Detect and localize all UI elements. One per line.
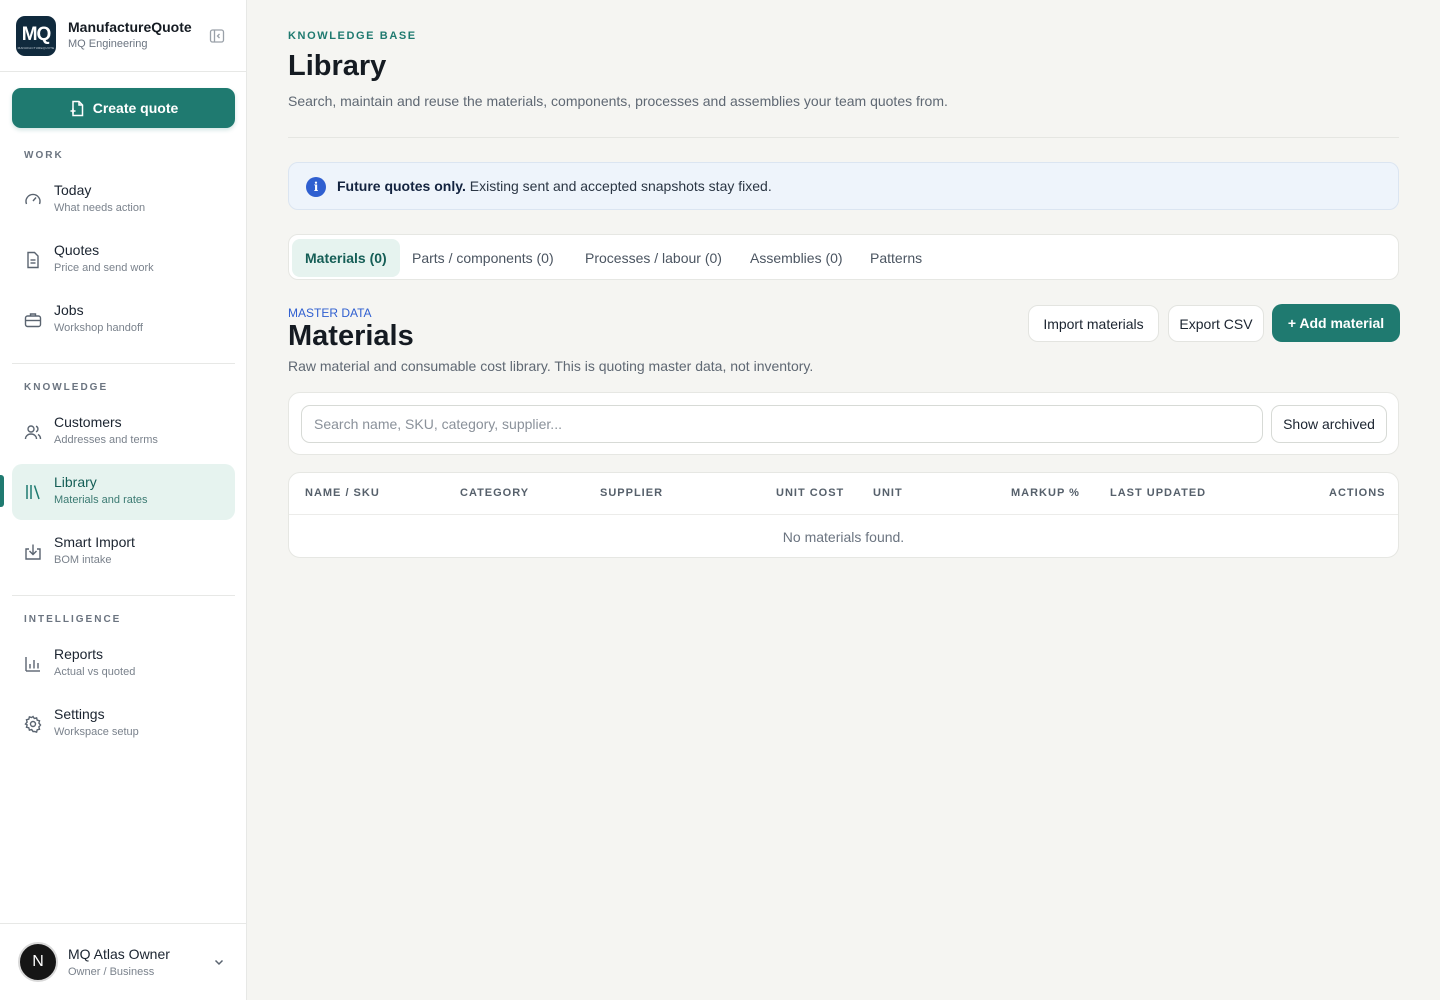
sidebar-item-sublabel: Price and send work	[54, 262, 154, 274]
export-csv-button[interactable]: Export CSV	[1168, 305, 1264, 342]
chevron-down-icon	[214, 959, 224, 966]
sidebar-item-today[interactable]: Today What needs action	[12, 172, 235, 228]
gear-icon	[24, 715, 42, 733]
import-icon	[25, 544, 41, 560]
tab-assemblies[interactable]: Assemblies (0)	[737, 239, 856, 277]
section-eyebrow: MASTER DATA	[288, 306, 372, 320]
column-header-name-sku[interactable]: NAME / SKU	[305, 487, 380, 499]
sidebar-item-library[interactable]: Library Materials and rates	[12, 464, 235, 520]
column-header-last-updated[interactable]: LAST UPDATED	[1110, 487, 1206, 499]
show-archived-button[interactable]: Show archived	[1271, 405, 1387, 443]
section-title: Materials	[288, 320, 414, 352]
sidebar-item-sublabel: Addresses and terms	[54, 434, 158, 446]
sidebar-item-label: Library	[54, 474, 97, 490]
bar-chart-icon	[25, 657, 40, 672]
sidebar-item-smart-import[interactable]: Smart Import BOM intake	[12, 524, 235, 580]
column-header-supplier[interactable]: SUPPLIER	[600, 487, 663, 499]
info-banner-text: Future quotes only. Existing sent and ac…	[337, 178, 772, 194]
sidebar-divider	[0, 71, 247, 72]
new-document-icon	[70, 100, 83, 116]
tab-materials[interactable]: Materials (0)	[292, 239, 400, 277]
sidebar-item-quotes[interactable]: Quotes Price and send work	[12, 232, 235, 288]
active-indicator	[0, 475, 4, 507]
sidebar-item-label: Smart Import	[54, 534, 135, 550]
avatar: N	[18, 942, 58, 982]
sidebar-divider	[12, 595, 235, 596]
table-empty-message: No materials found.	[782, 529, 905, 545]
page-title: Library	[288, 50, 387, 82]
info-banner-strong: Future quotes only.	[337, 178, 466, 194]
sidebar-item-jobs[interactable]: Jobs Workshop handoff	[12, 292, 235, 348]
sidebar-item-customers[interactable]: Customers Addresses and terms	[12, 404, 235, 460]
page-subtitle: Search, maintain and reuse the materials…	[288, 93, 948, 109]
brand: MQ MANUFACTUREQUOTE ManufactureQuote MQ …	[16, 16, 231, 58]
search-input[interactable]	[301, 405, 1263, 443]
library-tabs: Materials (0) Parts / components (0) Pro…	[288, 234, 1399, 280]
tab-parts-components[interactable]: Parts / components (0)	[399, 239, 567, 277]
info-icon: i	[306, 177, 326, 197]
sidebar-divider	[12, 363, 235, 364]
sidebar-item-sublabel: Workspace setup	[54, 726, 139, 738]
brand-logo-text: MQ	[21, 23, 52, 45]
page-eyebrow: KNOWLEDGE BASE	[288, 30, 417, 42]
sidebar-item-settings[interactable]: Settings Workspace setup	[12, 696, 235, 752]
column-header-unit[interactable]: UNIT	[873, 487, 903, 499]
sidebar-item-sublabel: Materials and rates	[54, 494, 148, 506]
info-banner-body: Existing sent and accepted snapshots sta…	[465, 178, 772, 194]
sidebar-item-sublabel: Workshop handoff	[54, 322, 143, 334]
tab-processes-labour[interactable]: Processes / labour (0)	[572, 239, 735, 277]
briefcase-icon	[24, 313, 42, 328]
sidebar-item-sublabel: What needs action	[54, 202, 146, 214]
column-header-markup[interactable]: MARKUP %	[1011, 487, 1080, 499]
section-label-work: WORK	[24, 150, 64, 161]
materials-table: NAME / SKU CATEGORY SUPPLIER UNIT COST U…	[288, 472, 1399, 558]
users-icon	[24, 425, 42, 440]
create-quote-button[interactable]: Create quote	[12, 88, 235, 128]
add-material-button[interactable]: + Add material	[1272, 304, 1400, 342]
sidebar-item-reports[interactable]: Reports Actual vs quoted	[12, 636, 235, 692]
document-icon	[27, 251, 39, 269]
sidebar-collapse-icon[interactable]	[209, 28, 225, 44]
section-label-intelligence: INTELLIGENCE	[24, 614, 122, 625]
sidebar-divider	[0, 923, 247, 924]
sidebar-item-label: Reports	[54, 646, 104, 662]
section-subtitle: Raw material and consumable cost library…	[288, 358, 814, 374]
user-role: Owner / Business	[68, 966, 155, 978]
sidebar-item-label: Today	[54, 182, 92, 198]
section-label-knowledge: KNOWLEDGE	[24, 382, 109, 393]
sidebar-item-sublabel: Actual vs quoted	[54, 666, 136, 678]
column-header-unit-cost[interactable]: UNIT COST	[776, 487, 844, 499]
search-card: Show archived	[288, 392, 1399, 455]
tab-patterns[interactable]: Patterns	[857, 239, 935, 277]
sidebar-item-label: Jobs	[54, 302, 84, 318]
column-header-actions: ACTIONS	[1329, 487, 1386, 499]
sidebar-item-label: Settings	[54, 706, 105, 722]
sidebar-item-label: Customers	[54, 414, 122, 430]
column-header-category[interactable]: CATEGORY	[460, 487, 529, 499]
import-materials-button[interactable]: Import materials	[1028, 305, 1159, 342]
sidebar-item-label: Quotes	[54, 242, 100, 258]
user-name: MQ Atlas Owner	[68, 946, 170, 962]
header-divider	[288, 137, 1399, 138]
brand-logo-subtext: MANUFACTUREQUOTE	[17, 45, 55, 50]
user-menu[interactable]: N MQ Atlas Owner Owner / Business	[18, 942, 233, 984]
info-banner: i Future quotes only. Existing sent and …	[288, 162, 1399, 210]
brand-name: ManufactureQuote	[68, 19, 192, 35]
table-header-divider	[289, 514, 1398, 515]
gauge-icon	[25, 193, 41, 205]
workspace-name: MQ Engineering	[68, 38, 148, 50]
create-quote-label: Create quote	[92, 100, 179, 116]
library-icon	[26, 485, 40, 500]
sidebar-item-sublabel: BOM intake	[54, 554, 112, 566]
brand-logo[interactable]: MQ MANUFACTUREQUOTE	[16, 16, 56, 56]
sidebar: MQ MANUFACTUREQUOTE ManufactureQuote MQ …	[0, 0, 247, 1000]
main-content: KNOWLEDGE BASE Library Search, maintain …	[248, 0, 1440, 1000]
